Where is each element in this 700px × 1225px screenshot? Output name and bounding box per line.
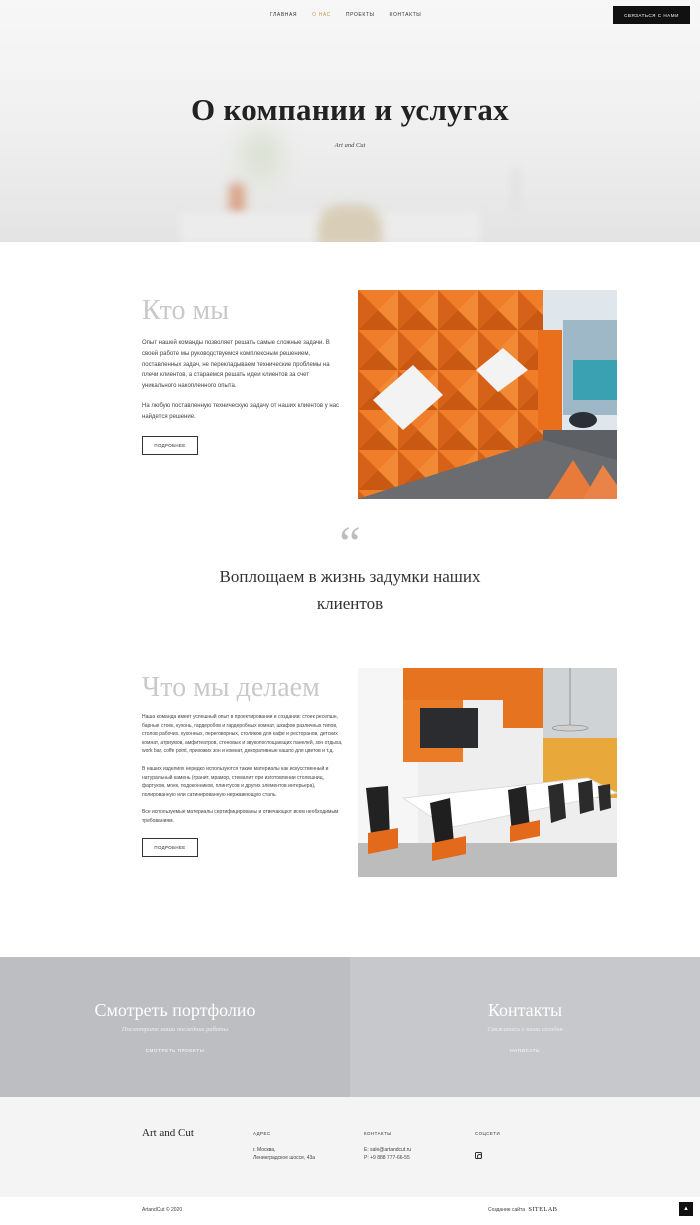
nav-item-contacts[interactable]: КОНТАКТЫ: [390, 12, 422, 18]
sitelab-logo[interactable]: SITELAB: [528, 1206, 557, 1213]
orange-wall-office-image: [358, 290, 617, 499]
contacts-panel[interactable]: Контакты Свяжитесь с нами сегодня НАПИСА…: [350, 957, 700, 1097]
portfolio-panel[interactable]: Смотреть портфолио Посмотрите наши после…: [0, 957, 350, 1097]
footer-contacts-column: КОНТАКТЫ E: sale@artandcut.ru P: +9 888 …: [364, 1131, 464, 1162]
view-projects-link[interactable]: СМОТРЕТЬ ПРОЕКТЫ: [146, 1048, 205, 1053]
hero-subtitle: Art and Cut: [334, 142, 366, 149]
footer-social-heading: СОЦСЕТИ: [475, 1131, 501, 1136]
footer-address-line-1: г. Москва,: [253, 1147, 276, 1153]
what-we-do-paragraph-1: Наша команда имеет успешный опыт в проек…: [142, 714, 343, 755]
footer-address-line-2: Ленинградское шоссе, 43а: [253, 1155, 316, 1161]
what-we-do-paragraph-3: Все используемые материалы сертифицирова…: [142, 809, 339, 824]
what-we-do-more-button[interactable]: ПОДРОБНЕЕ: [142, 837, 198, 857]
portfolio-panel-title: Смотреть портфолио: [94, 1000, 256, 1020]
footer-brand-logo[interactable]: Art and Cut: [142, 1127, 194, 1139]
footer-address-heading: АДРЕС: [253, 1131, 271, 1136]
quote-icon: “: [339, 517, 361, 570]
what-we-do-paragraph-2: В наших изделиях нередко используются та…: [142, 765, 329, 798]
meeting-room-image: [358, 668, 617, 877]
footer-social-column: СОЦСЕТИ: [475, 1131, 575, 1164]
footer-contacts-heading: КОНТАКТЫ: [364, 1131, 392, 1136]
arrow-up-icon: ▲: [683, 1206, 689, 1212]
page-title: О компании и услугах: [191, 92, 509, 127]
hero-chair-blur: [318, 205, 382, 242]
copyright: ArtandCut © 2020: [142, 1207, 183, 1213]
hero-plant-blur: [240, 128, 282, 184]
portfolio-panel-subtitle: Посмотрите наши последние работы: [121, 1026, 229, 1033]
quote-text: Воплощаем в жизнь задумки наших клиентов: [219, 567, 481, 613]
footer-address-column: АДРЕС г. Москва, Ленинградское шоссе, 43…: [253, 1131, 353, 1162]
who-we-are-section: Кто мы Опыт нашей команды позволяет реша…: [142, 295, 342, 455]
scroll-top-button[interactable]: ▲: [679, 1202, 693, 1216]
who-we-are-paragraph-2: На любую поставленную техническую задачу…: [142, 402, 340, 420]
footer-email[interactable]: E: sale@artandcut.ru: [364, 1146, 464, 1154]
who-we-are-paragraph-1: Опыт нашей команды позволяет решать самы…: [142, 340, 330, 390]
made-by: Создание сайта SITELAB: [488, 1206, 557, 1213]
nav-item-home[interactable]: ГЛАВНАЯ: [270, 12, 297, 18]
what-we-do-title: Что мы делаем: [142, 672, 320, 703]
made-by-label: Создание сайта: [488, 1207, 526, 1213]
hero-lamp-blur: [512, 168, 520, 212]
main-nav: ГЛАВНАЯ О НАС ПРОЕКТЫ КОНТАКТЫ: [270, 12, 421, 18]
nav-item-about[interactable]: О НАС: [312, 12, 331, 18]
contacts-panel-subtitle: Свяжитесь с нами сегодня: [487, 1026, 563, 1033]
footer-phone[interactable]: P: +9 888 777-66-55: [364, 1154, 464, 1162]
contacts-panel-title: Контакты: [487, 1000, 563, 1020]
write-us-link[interactable]: НАПИСАТЬ: [510, 1048, 539, 1053]
instagram-icon[interactable]: [475, 1152, 482, 1159]
who-we-are-more-button[interactable]: ПОДРОБНЕЕ: [142, 435, 198, 455]
who-we-are-title: Кто мы: [142, 295, 230, 326]
what-we-do-section: Что мы делаем Наша команда имеет успешны…: [142, 672, 347, 857]
contact-us-button[interactable]: СВЯЗАТЬСЯ С НАМИ: [613, 6, 690, 24]
nav-item-projects[interactable]: ПРОЕКТЫ: [346, 12, 375, 18]
